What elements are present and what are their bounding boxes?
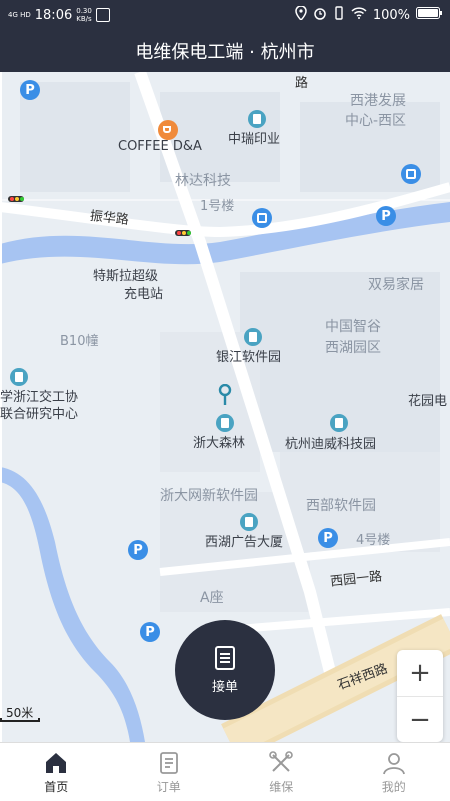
poi-hangzhou-diwei[interactable]: 杭州迪威科技园 bbox=[285, 433, 376, 452]
bus-stop-icon[interactable] bbox=[401, 164, 421, 184]
traffic-light-icon bbox=[175, 230, 191, 236]
poi-zheda-software[interactable]: 浙大网新软件园 bbox=[160, 485, 258, 505]
building-icon[interactable] bbox=[248, 110, 266, 128]
building-icon[interactable] bbox=[330, 414, 348, 432]
parking-icon[interactable]: P bbox=[140, 622, 160, 642]
tab-maintenance[interactable]: 维保 bbox=[225, 743, 338, 801]
net-speed-value: 0.30 bbox=[76, 7, 92, 15]
parking-icon[interactable]: P bbox=[318, 528, 338, 548]
poi-jiaogong-2[interactable]: 联合研究中心 bbox=[0, 403, 78, 422]
bottom-tab-bar: 首页 订单 维保 我的 bbox=[0, 742, 450, 801]
road-zhenhua: 振华路 bbox=[89, 205, 130, 228]
location-icon bbox=[295, 6, 307, 24]
network-indicator: 4G HD bbox=[8, 11, 31, 19]
tab-home[interactable]: 首页 bbox=[0, 743, 113, 801]
poi-shuangyi[interactable]: 双易家居 bbox=[368, 274, 424, 294]
building-icon[interactable] bbox=[240, 513, 258, 531]
poi-zhongrui[interactable]: 中瑞印业 bbox=[228, 128, 280, 147]
page-title: 电维保电工端 · 杭州市 bbox=[135, 38, 314, 64]
order-list-icon bbox=[156, 750, 182, 776]
road-lu: 路 bbox=[295, 72, 308, 91]
parking-icon[interactable]: P bbox=[376, 206, 396, 226]
tab-maintenance-label: 维保 bbox=[269, 778, 293, 795]
net-speed-unit: KB/s bbox=[76, 15, 92, 23]
poi-xibu-software[interactable]: 西部软件园 bbox=[306, 495, 376, 515]
poi-building4[interactable]: 4号楼 bbox=[356, 529, 390, 548]
tab-profile-label: 我的 bbox=[382, 778, 406, 795]
parking-icon[interactable]: P bbox=[128, 540, 148, 560]
alarm-icon bbox=[313, 6, 327, 24]
poi-huayuan[interactable]: 花园电 bbox=[408, 390, 447, 409]
zoom-out-button[interactable]: − bbox=[397, 697, 443, 743]
poi-yinjiang[interactable]: 银江软件园 bbox=[216, 346, 281, 365]
tools-icon bbox=[268, 750, 294, 776]
tab-orders[interactable]: 订单 bbox=[113, 743, 226, 801]
vibrate-icon bbox=[333, 6, 345, 24]
building-icon[interactable] bbox=[216, 414, 234, 432]
poi-coffee[interactable]: COFFEE D&A bbox=[118, 139, 202, 154]
poi-xihu-ad[interactable]: 西湖广告大厦 bbox=[205, 531, 283, 550]
accept-order-button[interactable]: 接单 bbox=[175, 620, 275, 720]
poi-tesla-1[interactable]: 特斯拉超级 bbox=[93, 265, 158, 284]
poi-b10[interactable]: B10幢 bbox=[60, 330, 98, 349]
traffic-light-icon bbox=[8, 196, 24, 202]
poi-zhongguo-1[interactable]: 中国智谷 bbox=[325, 316, 381, 336]
poi-a-block[interactable]: A座 bbox=[200, 587, 224, 607]
parking-icon[interactable]: P bbox=[20, 80, 40, 100]
net-speed: 0.30 KB/s bbox=[76, 7, 92, 23]
battery-icon bbox=[416, 7, 442, 23]
zoom-control: + − bbox=[397, 650, 443, 742]
building-icon[interactable] bbox=[10, 368, 28, 386]
status-bar: 4G HD 18:06 0.30 KB/s 100% bbox=[0, 0, 450, 30]
poi-zhongguo-2[interactable]: 西湖园区 bbox=[325, 337, 381, 357]
building-icon[interactable] bbox=[244, 328, 262, 346]
poi-xigang-2[interactable]: 中心-西区 bbox=[345, 110, 406, 130]
poi-linda[interactable]: 林达科技 bbox=[175, 170, 231, 190]
battery-percent: 100% bbox=[373, 8, 410, 23]
tab-orders-label: 订单 bbox=[157, 778, 181, 795]
tab-profile[interactable]: 我的 bbox=[338, 743, 450, 801]
profile-icon bbox=[381, 750, 407, 776]
zoom-in-button[interactable]: + bbox=[397, 650, 443, 697]
bus-stop-icon[interactable] bbox=[252, 208, 272, 228]
tab-home-label: 首页 bbox=[44, 778, 68, 795]
coffee-icon[interactable] bbox=[158, 120, 178, 140]
accept-order-label: 接单 bbox=[212, 676, 238, 695]
wifi-icon bbox=[351, 7, 367, 23]
app-header: 电维保电工端 · 杭州市 bbox=[0, 30, 450, 72]
map-pin-icon[interactable] bbox=[218, 384, 232, 406]
poi-zheda-forest[interactable]: 浙大森林 bbox=[193, 432, 245, 451]
scale-bar bbox=[0, 718, 40, 722]
clock: 18:06 bbox=[35, 8, 72, 23]
poi-building1[interactable]: 1号楼 bbox=[200, 195, 234, 214]
poi-xigang-1[interactable]: 西港发展 bbox=[350, 90, 406, 110]
document-icon bbox=[215, 646, 235, 670]
nfc-icon bbox=[96, 8, 110, 22]
home-icon bbox=[43, 750, 69, 776]
poi-tesla-2[interactable]: 充电站 bbox=[124, 283, 163, 302]
